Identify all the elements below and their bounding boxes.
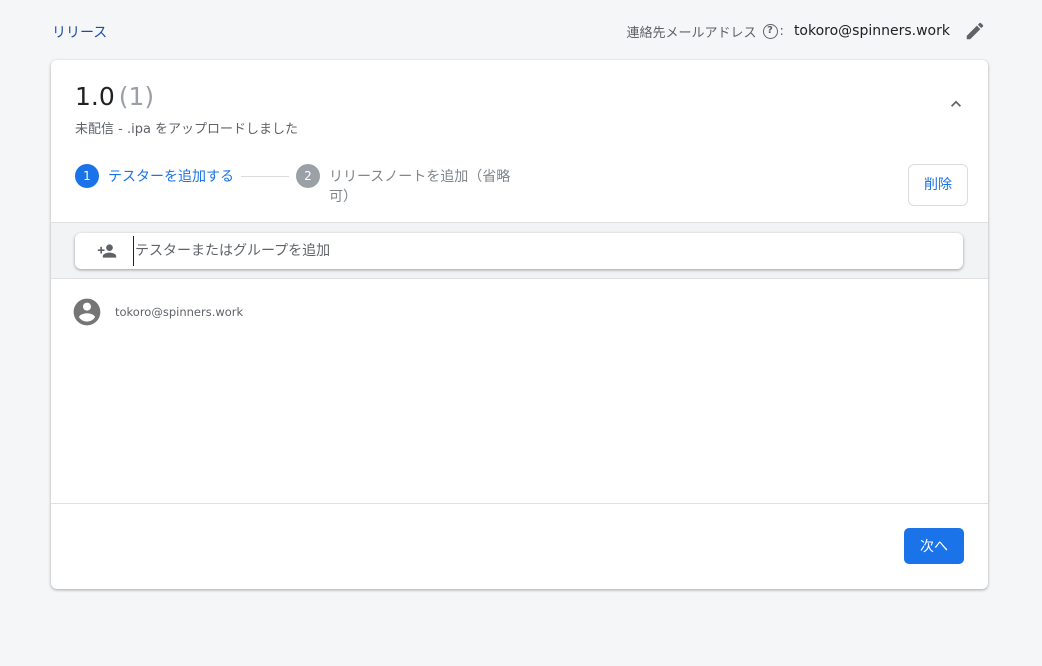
tester-search-input[interactable] [133,236,963,266]
build-count: (1) [118,82,155,111]
step-number: 1 [75,164,99,188]
contact-email: tokoro@spinners.work [793,23,950,39]
contact-colon: : [779,23,784,39]
contact-email-section: 連絡先メールアドレス ? : tokoro@spinners.work [627,20,986,42]
version-number: 1.0 [75,82,115,111]
pencil-icon[interactable] [964,20,986,42]
stepper: 1 テスターを追加する 2 リリースノートを追加（省略可） [75,164,595,208]
step-number: 2 [296,164,320,188]
delete-button[interactable]: 削除 [908,164,968,206]
release-status: 未配信 - .ipa をアップロードしました [75,122,299,137]
step-label: リリースノートを追加（省略可） [329,169,511,205]
person-add-icon [97,244,117,258]
release-version-title: 1.0 (1) [75,82,154,111]
chevron-up-icon[interactable] [946,94,966,114]
step-add-testers[interactable]: 1 テスターを追加する [75,164,234,188]
top-bar: リリース 連絡先メールアドレス ? : tokoro@spinners.work [0,0,1042,60]
tester-search-band [51,222,988,279]
tester-search-box [75,233,963,269]
footer-divider [51,503,988,504]
step-add-release-notes[interactable]: 2 リリースノートを追加（省略可） [296,164,516,207]
contact-label: 連絡先メールアドレス [626,25,757,41]
account-circle-icon [73,298,101,326]
help-icon[interactable]: ? [762,23,778,39]
next-button[interactable]: 次へ [904,528,964,564]
step-connector [241,176,289,177]
tester-list-item: tokoro@spinners.work [71,296,243,328]
breadcrumb-releases[interactable]: リリース [52,22,107,42]
release-card: 1.0 (1) 未配信 - .ipa をアップロードしました 1 テスターを追加す… [51,60,988,589]
tester-email: tokoro@spinners.work [115,305,244,319]
step-label: テスターを追加する [108,169,234,185]
